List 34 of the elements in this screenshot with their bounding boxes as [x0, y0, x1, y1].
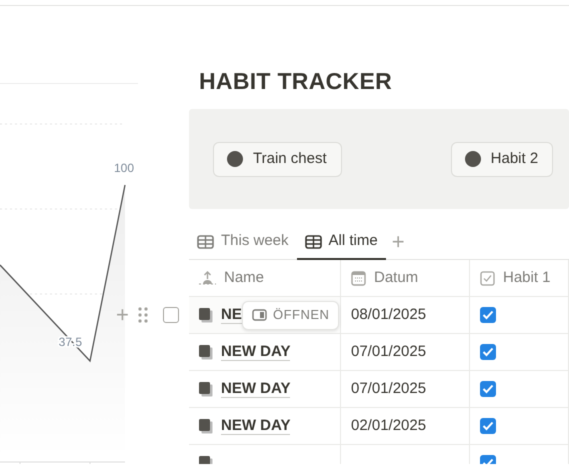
page-icon: [199, 344, 213, 360]
drag-handle-icon[interactable]: [138, 307, 148, 323]
date-cell: 08/01/2025: [341, 297, 470, 334]
name-property-icon: [199, 271, 216, 285]
checkbox[interactable]: [480, 381, 496, 397]
data-label: 100: [114, 161, 134, 175]
checkbox[interactable]: [480, 307, 496, 323]
column-header[interactable]: Datum: [341, 260, 470, 297]
calendar-icon: [351, 270, 366, 286]
view-tab[interactable]: All time: [296, 225, 386, 260]
page-link[interactable]: NEW DAY: [221, 380, 290, 398]
checkbox[interactable]: [480, 418, 496, 434]
table-icon: [304, 234, 322, 248]
habit-button[interactable]: Train chest: [213, 142, 342, 176]
table-icon: [197, 234, 214, 248]
page-icon: [199, 418, 213, 434]
habit-button[interactable]: Habit 2: [450, 142, 554, 176]
open-button[interactable]: ÖFFNEN: [242, 300, 340, 330]
view-tab[interactable]: This week: [189, 225, 297, 260]
panel-icon: [252, 309, 267, 321]
date-cell: 07/01/2025: [341, 371, 470, 408]
circle-icon: [464, 151, 481, 167]
circle-icon: [227, 151, 243, 167]
page-icon: [199, 382, 213, 396]
checkbox[interactable]: [480, 344, 496, 360]
page-title: HABIT TRACKER: [199, 67, 393, 96]
checkbox-property-icon: [480, 270, 495, 286]
row-checkbox[interactable]: [162, 307, 179, 323]
page-icon: [199, 308, 213, 322]
date-cell: 07/01/2025: [341, 334, 470, 371]
date-cell: 02/01/2025: [341, 408, 470, 445]
page-link[interactable]: NEW DAY: [221, 343, 290, 361]
page-link[interactable]: NEW DAY: [221, 417, 290, 435]
column-header[interactable]: Habit 1: [470, 260, 569, 297]
